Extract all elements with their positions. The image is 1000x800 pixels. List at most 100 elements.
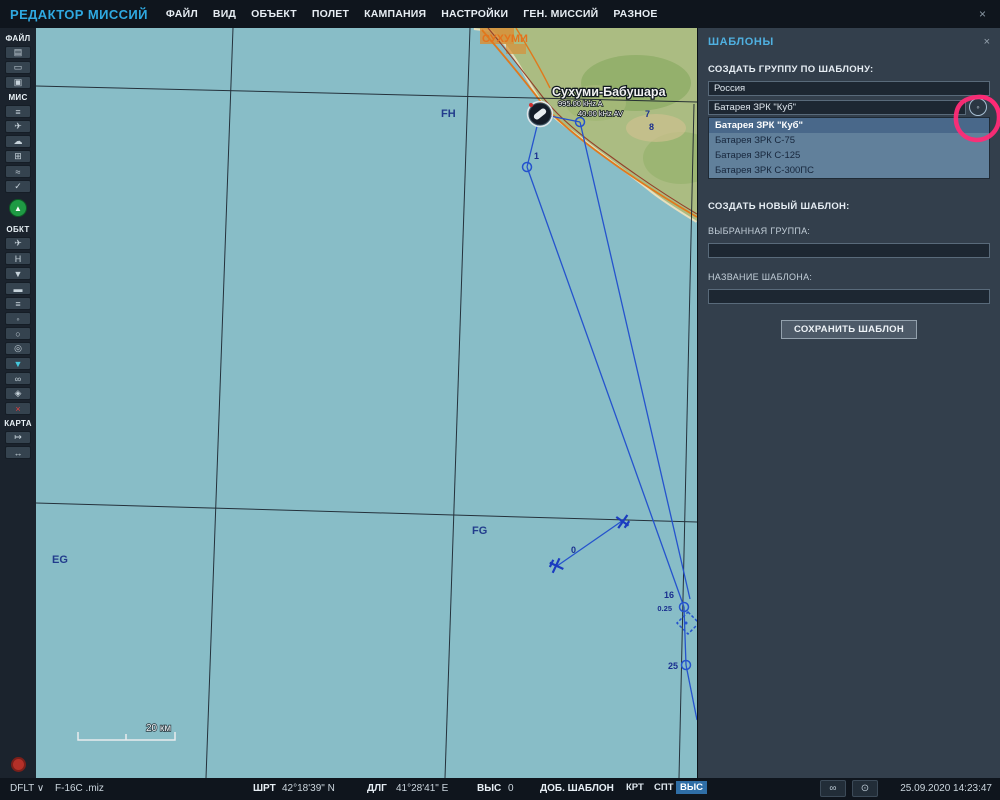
toolbar-section-mission: МИС: [8, 93, 28, 102]
static-object-icon: ◦: [16, 313, 20, 324]
chevron-down-icon: ∨: [36, 783, 45, 794]
menu-file[interactable]: ФАЙЛ: [166, 8, 198, 20]
menu-flight[interactable]: ПОЛЕТ: [312, 8, 349, 20]
save-template-button[interactable]: СОХРАНИТЬ ШАБЛОН: [780, 320, 918, 339]
ammo-depot-button[interactable]: ∞: [5, 372, 31, 385]
selected-group-input[interactable]: [708, 243, 990, 258]
city-label: СУХУМИ: [482, 33, 528, 45]
gauge-button[interactable]: ⊙: [852, 780, 878, 797]
ruler-button[interactable]: ↔: [5, 446, 31, 459]
toggle-satellite-mode[interactable]: СПТ: [650, 781, 678, 794]
airport-icon[interactable]: [526, 100, 554, 128]
add-helicopter-button[interactable]: H: [5, 252, 31, 265]
toggle-altitude-mode[interactable]: ВЫС: [676, 781, 708, 794]
route-label: 1: [534, 151, 539, 161]
new-mission-button[interactable]: ▤: [5, 46, 31, 59]
measure-distance-button[interactable]: ↦: [5, 431, 31, 444]
briefing-button[interactable]: ≡: [5, 105, 31, 118]
route-label: 0.25: [657, 604, 672, 613]
template-name-input[interactable]: [708, 289, 990, 304]
selected-group-label: ВЫБРАННАЯ ГРУППА:: [708, 226, 811, 236]
template-option-s75[interactable]: Батарея ЗРК С-75: [709, 133, 989, 148]
ship-icon: ▼: [13, 268, 23, 279]
open-folder-icon: ▭: [13, 62, 23, 72]
check-icon: ✓: [14, 181, 22, 191]
menu-misc[interactable]: РАЗНОЕ: [613, 8, 657, 20]
mission-filename: F-16C .miz: [55, 783, 104, 794]
grid-label-eg: EG: [52, 554, 68, 566]
mission-editor-window: РЕДАКТОР МИССИЙ ФАЙЛ ВИД ОБЪЕКТ ПОЛЕТ КА…: [0, 0, 1000, 800]
airport-frequency-2: 40.00 kHz AV: [578, 109, 623, 118]
new-file-icon: ▤: [13, 47, 23, 57]
add-zone-button[interactable]: ○: [5, 327, 31, 340]
routes-button[interactable]: ≈: [5, 165, 31, 178]
field-patch: [626, 114, 686, 142]
map-canvas[interactable]: FH FG EG 7 8 1 0 16 0.25 25 Сухуми-Бабуш…: [35, 26, 719, 779]
add-naval-group-button[interactable]: ▼: [5, 357, 31, 370]
shapes-icon: ◈: [14, 388, 22, 398]
payload-button[interactable]: ✈: [5, 120, 31, 133]
add-static-button[interactable]: ◦: [5, 312, 31, 325]
airplane-icon: ✈: [14, 238, 22, 248]
airport-label: Сухуми-Бабушара: [552, 85, 667, 99]
fly-mission-button[interactable]: ▲: [9, 199, 27, 217]
add-template-button[interactable]: ДОБ. ШАБЛОН: [540, 783, 614, 794]
route-label: 7: [645, 109, 650, 119]
create-new-template-label: СОЗДАТЬ НОВЫЙ ШАБЛОН:: [708, 201, 850, 212]
column-icon: ≡: [15, 298, 21, 309]
app-title: РЕДАКТОР МИССИЙ: [10, 6, 148, 22]
window-close-icon[interactable]: ×: [975, 7, 990, 21]
datetime: 25.09.2020 14:23:47: [900, 783, 992, 794]
vehicle-icon: ▬: [13, 283, 23, 294]
route-label: 0: [571, 545, 576, 555]
airport-frequency-1: 995.00 kHz A: [558, 99, 603, 108]
routes-icon: ≈: [15, 166, 21, 177]
weather-button[interactable]: ☁: [5, 135, 31, 148]
menubar: ФАЙЛ ВИД ОБЪЕКТ ПОЛЕТ КАМПАНИЯ НАСТРОЙКИ…: [166, 8, 658, 20]
altitude-label: ВЫС: [477, 783, 502, 794]
menu-object[interactable]: ОБЪЕКТ: [251, 8, 297, 20]
weather-icon: ☁: [13, 136, 23, 146]
menu-mission-gen[interactable]: ГЕН. МИССИЙ: [523, 8, 598, 20]
validate-button[interactable]: ✓: [5, 180, 31, 193]
template-options-list: Батарея ЗРК "Куб" Батарея ЗРК С-75 Батар…: [708, 117, 990, 179]
goggles-icon: ∞: [829, 783, 837, 794]
group-dot-icon[interactable]: [684, 621, 688, 625]
goals-icon: ⊞: [14, 151, 22, 161]
fly-arrow-icon: ▲: [14, 203, 22, 213]
grid-label-fg: FG: [472, 525, 487, 537]
add-target-button[interactable]: ◎: [5, 342, 31, 355]
template-option-kub[interactable]: Батарея ЗРК "Куб": [709, 118, 989, 133]
template-option-s300ps[interactable]: Батарея ЗРК С-300ПС: [709, 163, 989, 178]
open-mission-button[interactable]: ▭: [5, 61, 31, 74]
menu-campaign[interactable]: КАМПАНИЯ: [364, 8, 426, 20]
toggle-map-mode[interactable]: КРТ: [622, 781, 648, 794]
statusbar: DFLT ∨ F-16C .miz ШРТ 42°18'39" N ДЛГ 41…: [0, 778, 1000, 800]
vr-goggles-button[interactable]: ∞: [820, 780, 846, 797]
add-column-button[interactable]: ≡: [5, 297, 31, 310]
shapes-button[interactable]: ◈: [5, 387, 31, 400]
menu-settings[interactable]: НАСТРОЙКИ: [441, 8, 508, 20]
add-ship-button[interactable]: ▼: [5, 267, 31, 280]
panel-close-icon[interactable]: ×: [984, 36, 990, 48]
template-manage-button[interactable]: ◦: [969, 98, 987, 116]
toolbar-section-objects: ОБКТ: [6, 225, 30, 234]
save-mission-button[interactable]: ▣: [5, 76, 31, 89]
route-label: 8: [649, 122, 654, 132]
template-select[interactable]: Батарея ЗРК "Куб": [708, 100, 966, 115]
template-name-label: НАЗВАНИЕ ШАБЛОНА:: [708, 272, 813, 282]
profile-dropdown[interactable]: DFLT ∨: [10, 783, 44, 794]
record-button[interactable]: ●: [10, 757, 26, 772]
goals-button[interactable]: ⊞: [5, 150, 31, 163]
add-vehicle-button[interactable]: ▬: [5, 282, 31, 295]
route-label: 16: [664, 590, 674, 600]
country-select[interactable]: Россия: [708, 81, 990, 96]
template-option-s125[interactable]: Батарея ЗРК С-125: [709, 148, 989, 163]
toolbar-left: ФАЙЛ ▤ ▭ ▣ МИС ≡ ✈ ☁ ⊞ ≈ ✓ ▲ ОБКТ ✈ H ▼ …: [0, 28, 36, 778]
menu-view[interactable]: ВИД: [213, 8, 236, 20]
save-icon: ▣: [13, 77, 23, 87]
add-airplane-button[interactable]: ✈: [5, 237, 31, 250]
delete-object-button[interactable]: ×: [5, 402, 31, 415]
toolbar-section-map: КАРТА: [4, 419, 32, 428]
delete-icon: ×: [15, 403, 21, 414]
